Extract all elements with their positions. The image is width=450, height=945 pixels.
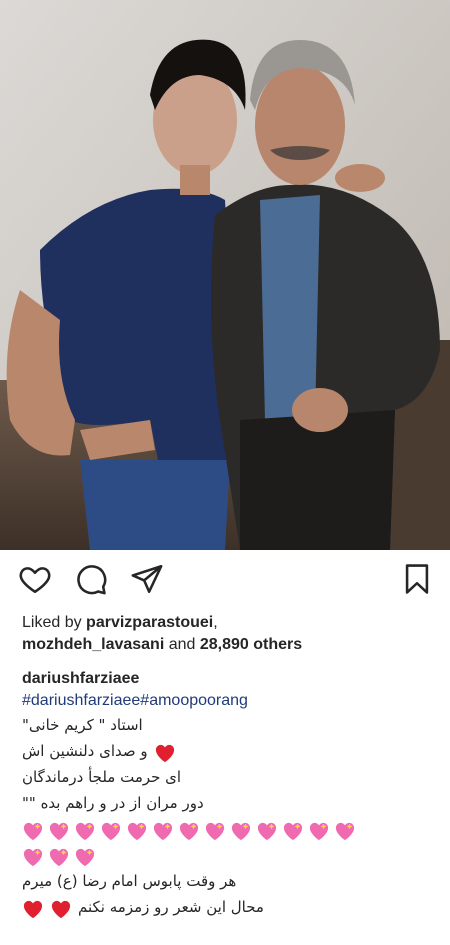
caption-line-1: استاد " کریم خانی" (22, 716, 143, 734)
caption-line-6: محال این شعر رو زمزمه نکنم (78, 898, 264, 916)
caption-line-3: ای حرمت ملجأ درماندگان (22, 768, 182, 786)
sparkling-heart-emoji (231, 822, 251, 841)
caption: dariushfarziaee #dariushfarziaee#amoopoo… (22, 668, 432, 922)
sparkling-heart-emoji (49, 848, 69, 867)
caption-line-2-row: و صدای دلنشین اش (22, 740, 432, 766)
sparkling-heart-emoji (335, 822, 355, 841)
others-link[interactable]: 28,890 others (200, 636, 302, 653)
sparkling-heart-emoji (205, 822, 225, 841)
sparkling-heart-emoji (309, 822, 329, 841)
photo-illustration (0, 0, 450, 550)
red-heart-emoji (23, 900, 43, 919)
and-text: and (164, 636, 200, 653)
sparkling-heart-emoji (101, 822, 121, 841)
post-photo[interactable] (0, 0, 450, 550)
sparkling-heart-emoji (75, 848, 95, 867)
liker-link-1[interactable]: parvizparastouei (86, 614, 213, 631)
sparkling-heart-emoji (23, 822, 43, 841)
paper-plane-icon[interactable] (130, 562, 164, 596)
likes-summary: Liked by parvizparastouei, mozhdeh_lavas… (22, 614, 303, 653)
caption-line-5: هر وقت پابوس امام رضا (ع) میرم (22, 872, 237, 890)
liker-link-2[interactable]: mozhdeh_lavasani (22, 636, 164, 653)
sparkling-heart-emoji (75, 822, 95, 841)
action-bar (0, 550, 450, 606)
sparkling-heart-emoji (257, 822, 277, 841)
sparkling-heart-emoji (127, 822, 147, 841)
caption-line-2: و صدای دلنشین اش (22, 742, 148, 760)
red-heart-emoji (155, 744, 174, 763)
comment-bubble-icon[interactable] (74, 562, 108, 596)
heart-outline-icon[interactable] (18, 562, 52, 596)
sparkling-heart-emoji (49, 822, 69, 841)
sparkling-heart-emoji (153, 822, 173, 841)
hashtag-links[interactable]: #dariushfarziaee#amoopoorang (22, 690, 432, 714)
sparkle-hearts-row-1 (22, 818, 432, 844)
sparkling-heart-emoji (23, 848, 43, 867)
author-username[interactable]: dariushfarziaee (22, 668, 432, 690)
red-heart-emoji (51, 900, 71, 919)
liked-by-prefix: Liked by (22, 614, 87, 631)
sparkling-heart-emoji (283, 822, 303, 841)
sparkle-hearts-row-2 (22, 844, 432, 870)
sparkling-heart-emoji (179, 822, 199, 841)
caption-line-4: دور مران از در و راهم بده "" (22, 794, 204, 812)
bookmark-icon[interactable] (400, 562, 434, 596)
caption-line-6-row: محال این شعر رو زمزمه نکنم (22, 896, 432, 922)
